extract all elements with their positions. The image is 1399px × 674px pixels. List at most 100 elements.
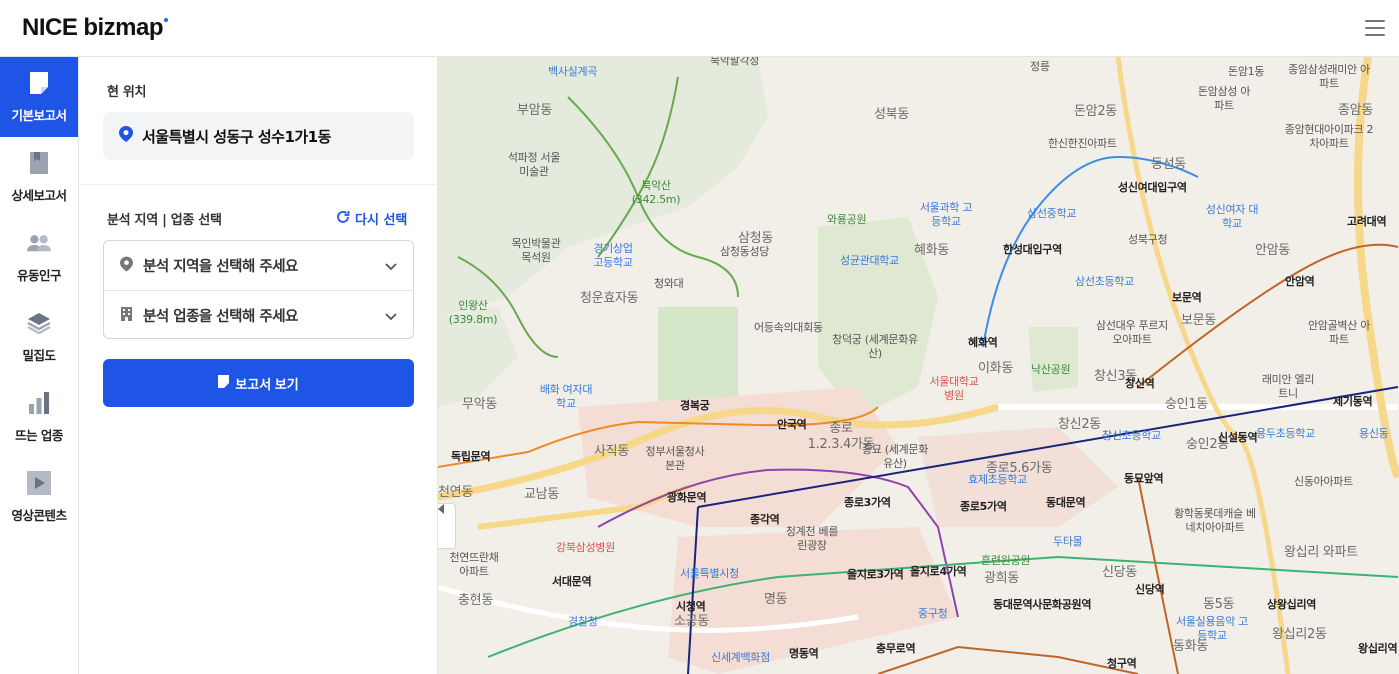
nice-bizmap-logo[interactable]: NICE bizmap: [22, 14, 169, 42]
map-label: 종각역: [750, 513, 780, 526]
map-label: 성신여자 대학교: [1205, 203, 1259, 230]
report-panel: 현 위치 서울특별시 성동구 성수1가1동 분석 지역 | 업종 선택 다시 선…: [79, 57, 438, 674]
map-label: 어등속의대회동: [754, 321, 823, 334]
location-pin-icon: [120, 256, 133, 276]
location-pin-icon: [119, 126, 133, 146]
map-label: 경기상업 고등학교: [593, 242, 633, 269]
map-label: 광화문역: [667, 491, 707, 504]
map-label: 왕십리역: [1358, 642, 1398, 655]
bar-chart-icon: [27, 391, 51, 415]
nav-item-detail-report[interactable]: 상세보고서: [0, 137, 78, 217]
map-label: 삼선대우 푸르지오아파트: [1096, 319, 1168, 346]
map-label: 무악동: [462, 397, 497, 412]
region-select[interactable]: 분석 지역을 선택해 주세요: [104, 241, 413, 290]
current-location-value: 서울특별시 성동구 성수1가1동: [142, 127, 331, 146]
map-label: 소공동: [674, 614, 709, 629]
map-label: 청구역: [1107, 657, 1137, 670]
map-label: 안암동: [1255, 243, 1290, 258]
map-label: 삼선초등학교: [1075, 275, 1134, 288]
map-label: 훈련원공원: [981, 554, 1031, 567]
map-label: 돈암2동: [1074, 104, 1117, 119]
building-icon: [120, 306, 133, 325]
map-label: 을지로4가역: [910, 565, 967, 578]
nav-label: 상세보고서: [11, 187, 67, 203]
reselect-label: 다시 선택: [355, 213, 408, 228]
map-label: 청와대: [654, 277, 684, 290]
map-label: 용두초등학교: [1256, 427, 1315, 440]
map-label: 사직동: [594, 444, 629, 459]
app-header: NICE bizmap: [0, 0, 1399, 57]
document-icon: [218, 375, 230, 391]
map-label: 이화동: [978, 361, 1013, 376]
map-label: 한성대입구역: [1003, 243, 1062, 256]
nav-item-trending-industry[interactable]: 뜨는 업종: [0, 377, 78, 457]
map-label: 신동아아파트: [1294, 475, 1353, 488]
analysis-select-label: 분석 지역 | 업종 선택: [107, 213, 222, 228]
map-label: 삼청동성당: [720, 245, 770, 258]
map-label: 고려대역: [1347, 215, 1387, 228]
map-label: 명동: [764, 592, 788, 607]
reselect-button[interactable]: 다시 선택: [336, 209, 407, 228]
map-label: 왕십리2동: [1272, 627, 1327, 642]
map-label: 동대문역: [1046, 496, 1086, 509]
nav-label: 영상콘텐츠: [11, 507, 67, 523]
logo-bizmap-text: bizmap: [83, 14, 164, 41]
map-label: 동선동: [1151, 157, 1186, 172]
nav-item-density[interactable]: 밀집도: [0, 297, 78, 377]
region-select-placeholder: 분석 지역을 선택해 주세요: [143, 259, 298, 275]
map-label: 돈암삼성 아파트: [1197, 85, 1251, 112]
map-label: 와룡공원: [827, 213, 867, 226]
map-label: 북악팔각정: [710, 57, 760, 67]
map-label: 부암동: [517, 103, 552, 118]
nav-label: 기본보고서: [11, 107, 67, 123]
map-label: 돈암1동: [1228, 65, 1265, 78]
map-label: 창신2동: [1058, 417, 1101, 432]
map-label: 창신초등학교: [1102, 429, 1161, 442]
map-label: 황학동롯데캐슬 베네치아아파트: [1174, 507, 1256, 534]
map-view[interactable]: 백사실계곡 북악팔각정 정릉 돈암1동 돈암2동 성북동 부암동 석파정 서울미…: [438, 57, 1399, 674]
map-label: 북악산 (342.5m): [631, 179, 681, 206]
people-icon: [27, 231, 51, 255]
layers-icon: [27, 311, 51, 335]
analysis-select-group: 분석 지역을 선택해 주세요 분석 업종을 선택해 주세요: [103, 240, 414, 339]
collapse-panel-button[interactable]: [438, 503, 456, 549]
map-label: 낙산공원: [1031, 363, 1071, 376]
map-label: 제기동역: [1333, 395, 1373, 408]
play-icon: [27, 470, 51, 495]
hamburger-menu-icon[interactable]: [1365, 20, 1385, 36]
industry-select[interactable]: 분석 업종을 선택해 주세요: [104, 290, 413, 338]
map-label: 청계천 베를린광장: [785, 525, 839, 552]
nav-item-floating-population[interactable]: 유동인구: [0, 217, 78, 297]
map-label: 창덕궁 (세계문화유산): [832, 333, 918, 360]
map-label: 서울특별시청: [680, 567, 739, 580]
left-nav: 기본보고서 상세보고서 유동인구 밀집도 뜨는 업종 영상콘텐츠: [0, 57, 79, 674]
map-label: 동화동: [1173, 639, 1208, 654]
map-label: 석파정 서울미술관: [507, 151, 561, 178]
map-label: 시청역: [676, 600, 706, 613]
map-label: 중구청: [918, 607, 948, 620]
map-label: 목인박물관 목석원: [511, 237, 561, 264]
map-label: 종암삼성래미안 아파트: [1288, 63, 1370, 90]
map-label: 강북삼성병원: [556, 541, 615, 554]
map-label: 천연뜨란채 아파트: [449, 551, 499, 578]
map-label: 광희동: [984, 571, 1019, 586]
map-label: 청운효자동: [580, 291, 639, 306]
map-label: 교남동: [524, 487, 559, 502]
map-label: 삼선중학교: [1027, 207, 1077, 220]
map-label: 보문동: [1181, 313, 1216, 328]
map-label: 종암동: [1338, 103, 1373, 118]
nav-item-video-content[interactable]: 영상콘텐츠: [0, 457, 78, 537]
document-icon: [27, 71, 51, 95]
current-location-label: 현 위치: [107, 85, 147, 100]
view-report-button[interactable]: 보고서 보기: [103, 359, 414, 407]
map-label: 상왕십리역: [1267, 598, 1317, 611]
map-label: 충현동: [458, 593, 493, 608]
view-report-label: 보고서 보기: [235, 376, 299, 392]
bookmark-document-icon: [27, 151, 51, 175]
map-label: 신당동: [1102, 565, 1137, 580]
logo-nice-text: NICE: [22, 14, 78, 41]
map-label: 혜화동: [914, 243, 949, 258]
nav-item-basic-report[interactable]: 기본보고서: [0, 57, 78, 137]
map-label: 배화 여자대학교: [539, 383, 593, 410]
logo-dot: [164, 18, 169, 22]
